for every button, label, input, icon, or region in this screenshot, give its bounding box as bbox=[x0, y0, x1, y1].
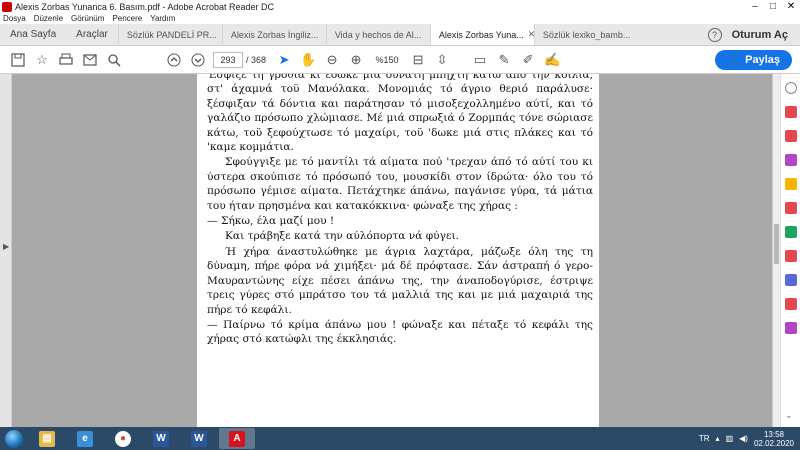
doc-tab[interactable]: Sözlük lexiko_bamb... bbox=[533, 24, 638, 45]
toolbar: ☆ 293 / 368 ➤ ✋ ⊖ ⊕ %150 ⊟ ⇳ ▭ ✎ ✐ ✍ 👤 Pa… bbox=[0, 46, 800, 74]
paragraph: Έσφιξε τη γροθιά κι έδωκε μιά δυνατή μπη… bbox=[207, 74, 593, 154]
menu-help[interactable]: Yardım bbox=[150, 14, 175, 23]
taskbar-word-button[interactable]: W bbox=[143, 428, 179, 449]
login-button[interactable]: Oturum Aç bbox=[732, 29, 788, 41]
maximize-button[interactable]: □ bbox=[764, 0, 782, 13]
language-indicator[interactable]: TR bbox=[699, 434, 710, 443]
menu-edit[interactable]: Düzenle bbox=[34, 14, 63, 23]
paragraph: — Παίρνω τό κρίμα άπάνω μου ! φώναξε και… bbox=[207, 318, 593, 346]
window-title: Alexis Zorbas Yunanca 6. Basım.pdf - Ado… bbox=[15, 1, 274, 12]
select-cursor-icon[interactable]: ➤ bbox=[272, 50, 296, 70]
doc-tab[interactable]: Alexis Zorbas İngiliz... bbox=[221, 24, 326, 45]
tray-arrow-icon[interactable]: ▴ bbox=[716, 434, 720, 443]
help-icon[interactable]: ? bbox=[707, 27, 722, 42]
tab-home[interactable]: Ana Sayfa bbox=[0, 24, 66, 45]
volume-icon[interactable]: ◀) bbox=[739, 434, 748, 443]
clock[interactable]: 13:58 02.02.2020 bbox=[754, 430, 794, 448]
expand-left-icon[interactable]: ▶ bbox=[3, 242, 9, 251]
internet-explorer-icon: e bbox=[77, 430, 93, 447]
share-button[interactable]: 👤 Paylaş bbox=[715, 49, 792, 70]
menu-view[interactable]: Görünüm bbox=[71, 14, 104, 23]
page-count: / 368 bbox=[246, 54, 267, 65]
tab-bar: Ana Sayfa Araçlar Sözlük PANDELİ PR... A… bbox=[0, 24, 800, 46]
windows-logo-icon bbox=[5, 429, 23, 448]
doc-tab-label: Sözlük lexiko_bamb... bbox=[542, 29, 631, 40]
taskbar-ie-button[interactable]: e bbox=[67, 428, 103, 449]
menu-window[interactable]: Pencere bbox=[112, 14, 142, 23]
page-down-icon[interactable] bbox=[186, 50, 210, 70]
paragraph: Ή χήρα άναστυλώθηκε με άγρια λαχτάρα, μά… bbox=[207, 245, 593, 316]
comment-tool-icon[interactable] bbox=[785, 178, 797, 190]
email-icon[interactable] bbox=[78, 50, 102, 70]
chevron-down-icon[interactable]: ⌄ bbox=[785, 410, 793, 421]
pdf-page: Έσφιξε τη γροθιά κι έδωκε μιά δυνατή μπη… bbox=[197, 74, 599, 427]
fill-sign-icon[interactable] bbox=[785, 322, 797, 334]
export-pdf-icon[interactable] bbox=[785, 106, 797, 118]
network-icon[interactable]: ▥ bbox=[726, 434, 734, 443]
zoom-in-icon[interactable]: ⊕ bbox=[344, 50, 368, 70]
folder-icon: ▤ bbox=[39, 430, 55, 447]
word-icon: W bbox=[191, 430, 207, 447]
system-tray: TR ▴ ▥ ◀) 13:58 02.02.2020 bbox=[699, 430, 800, 448]
paragraph: Σφούγγιξε με τό μαντίλι τά αίματα πού 'τ… bbox=[207, 156, 593, 212]
share-label: Paylaş bbox=[745, 53, 780, 66]
taskbar-chrome-button[interactable]: ● bbox=[105, 428, 141, 449]
vertical-scrollbar[interactable] bbox=[772, 74, 780, 427]
search-icon[interactable] bbox=[102, 50, 126, 70]
create-pdf-icon[interactable] bbox=[785, 130, 797, 142]
zoom-level-select[interactable]: %150 bbox=[368, 52, 406, 68]
redact-icon[interactable] bbox=[785, 250, 797, 262]
paragraph: — Σήκω, έλα μαζί μου ! bbox=[207, 215, 335, 228]
close-button[interactable]: ✕ bbox=[782, 0, 800, 13]
windows-taskbar: ▤ e ● W W A TR ▴ ▥ ◀) 13:58 02.02.2020 bbox=[0, 427, 800, 450]
clock-date: 02.02.2020 bbox=[753, 438, 794, 448]
scroll-mode-icon[interactable]: ⇳ bbox=[430, 50, 454, 70]
acrobat-app-icon bbox=[2, 1, 12, 12]
zoom-tool-icon[interactable] bbox=[785, 82, 797, 94]
doc-tab[interactable]: Vida y hechos de Al... bbox=[325, 24, 430, 45]
doc-tab[interactable]: Sözlük PANDELİ PR... bbox=[117, 24, 222, 45]
star-icon[interactable]: ☆ bbox=[30, 50, 54, 70]
start-button[interactable] bbox=[0, 427, 28, 450]
protect-icon[interactable] bbox=[785, 274, 797, 286]
hand-tool-icon[interactable]: ✋ bbox=[296, 50, 320, 70]
scrollbar-thumb[interactable] bbox=[774, 224, 779, 264]
draw-icon[interactable]: ✐ bbox=[516, 50, 540, 70]
acrobat-icon: A bbox=[229, 430, 245, 447]
page-up-icon[interactable] bbox=[162, 50, 186, 70]
print-icon[interactable] bbox=[54, 50, 78, 70]
zoom-out-icon[interactable]: ⊖ bbox=[320, 50, 344, 70]
clock-time: 13:58 bbox=[763, 429, 784, 439]
taskbar-explorer-button[interactable]: ▤ bbox=[29, 428, 65, 449]
right-tools-panel: ⌄ bbox=[780, 74, 800, 427]
document-area[interactable]: Έσφιξε τη γροθιά κι έδωκε μιά δυνατή μπη… bbox=[12, 74, 772, 427]
sign-icon[interactable]: ✍ bbox=[540, 50, 564, 70]
menu-bar: Dosya Düzenle Görünüm Pencere Yardım bbox=[0, 13, 800, 24]
left-panel-collapse[interactable]: ▶ bbox=[0, 74, 12, 427]
taskbar-acrobat-button[interactable]: A bbox=[219, 428, 255, 449]
doc-tab-label: Alexis Zorbas Yuna... bbox=[438, 29, 524, 40]
organize-pages-icon[interactable] bbox=[785, 226, 797, 238]
taskbar-word2-button[interactable]: W bbox=[181, 428, 217, 449]
highlight-icon[interactable]: ✎ bbox=[492, 50, 516, 70]
save-icon[interactable] bbox=[6, 50, 30, 70]
combine-files-icon[interactable] bbox=[785, 202, 797, 214]
doc-tab-active[interactable]: Alexis Zorbas Yuna...✕ bbox=[429, 24, 534, 45]
menu-file[interactable]: Dosya bbox=[3, 14, 26, 23]
title-bar: Alexis Zorbas Yunanca 6. Basım.pdf - Ado… bbox=[0, 0, 800, 13]
comment-icon[interactable]: ▭ bbox=[468, 50, 492, 70]
edit-pdf-icon[interactable] bbox=[785, 154, 797, 166]
tab-tools[interactable]: Araçlar bbox=[66, 24, 118, 45]
page-number-input[interactable]: 293 bbox=[213, 51, 243, 68]
optimize-icon[interactable] bbox=[785, 298, 797, 310]
share-user-icon: 👤 bbox=[727, 54, 742, 66]
word-icon: W bbox=[153, 430, 169, 447]
doc-tab-label: Sözlük PANDELİ PR... bbox=[126, 29, 217, 40]
paragraph: Και τράβηξε κατά την αύλόπορτα νά φύγει. bbox=[225, 230, 459, 243]
doc-tab-label: Alexis Zorbas İngiliz... bbox=[230, 29, 319, 40]
doc-tab-label: Vida y hechos de Al... bbox=[334, 29, 422, 40]
minimize-button[interactable]: – bbox=[746, 0, 764, 13]
chrome-icon: ● bbox=[115, 430, 131, 447]
page-view-icon[interactable]: ⊟ bbox=[406, 50, 430, 70]
